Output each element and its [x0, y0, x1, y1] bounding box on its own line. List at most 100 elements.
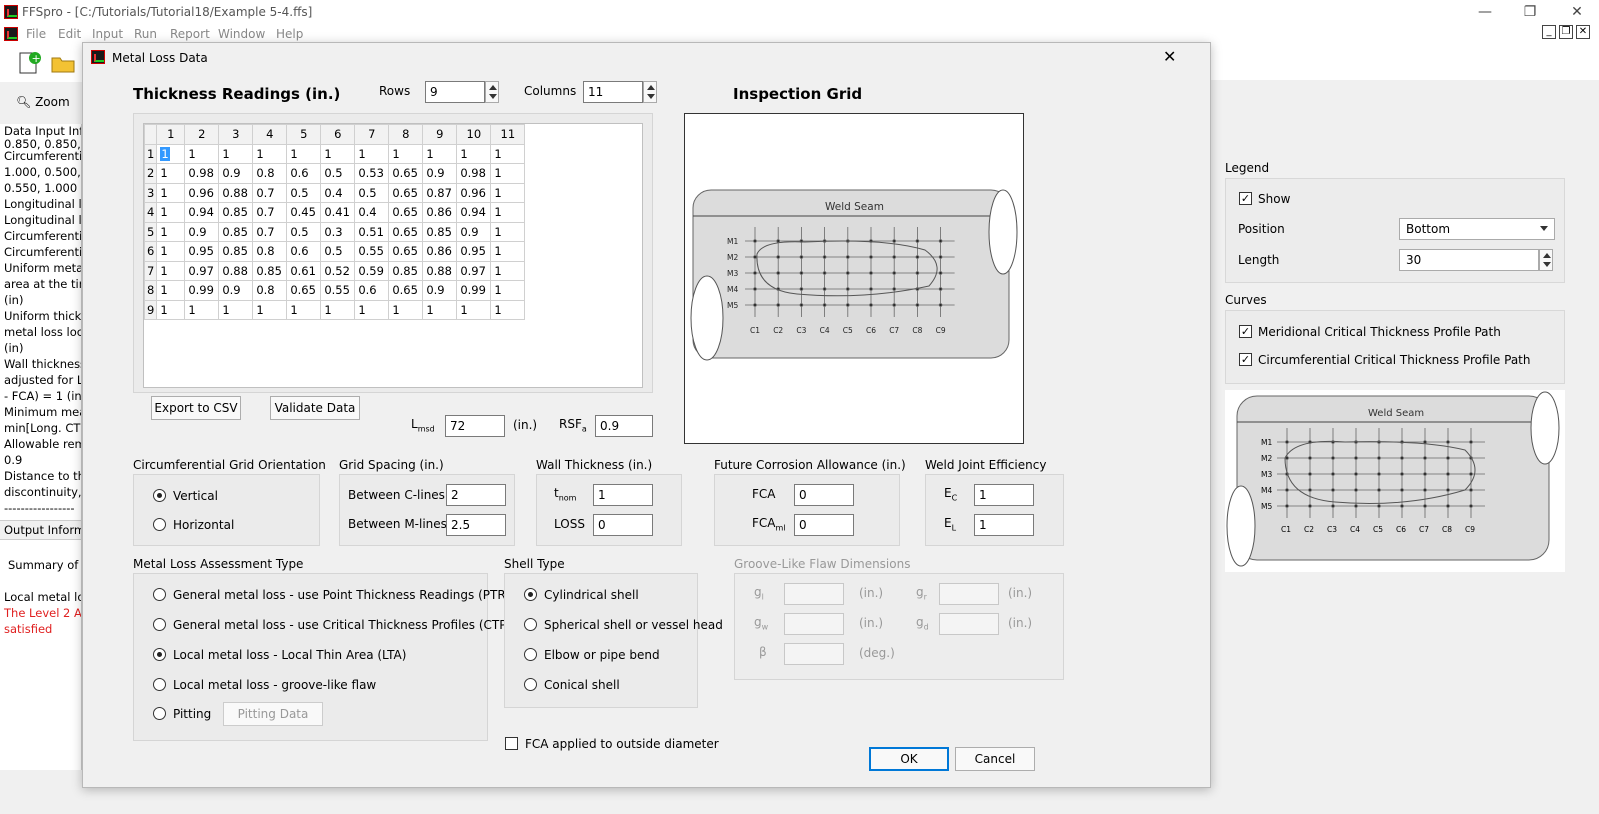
- table-cell[interactable]: 1: [286, 299, 322, 320]
- cylindrical-radio[interactable]: [524, 588, 537, 601]
- table-cell[interactable]: 1: [490, 202, 526, 223]
- table-cell[interactable]: 0.51: [354, 221, 390, 242]
- table-cell[interactable]: 0.85: [388, 260, 424, 281]
- table-cell[interactable]: 0.98: [456, 163, 492, 184]
- table-cell[interactable]: 1: [456, 299, 492, 320]
- table-cell[interactable]: 1: [354, 143, 390, 164]
- maximize-icon[interactable]: ❐: [1515, 2, 1545, 22]
- new-file-icon[interactable]: +: [16, 50, 42, 76]
- length-input[interactable]: 30: [1399, 249, 1539, 271]
- table-cell[interactable]: 1: [388, 299, 424, 320]
- columns-input[interactable]: 11: [583, 81, 643, 103]
- table-cell[interactable]: 1: [456, 143, 492, 164]
- table-cell[interactable]: 0.55: [320, 280, 356, 301]
- length-spinner[interactable]: [1539, 249, 1553, 271]
- table-cell[interactable]: 0.7: [252, 182, 288, 203]
- ec-input[interactable]: 1: [974, 484, 1034, 506]
- menu-edit[interactable]: Edit: [58, 27, 81, 41]
- pitting-data-button[interactable]: Pitting Data: [223, 702, 323, 726]
- table-cell[interactable]: 1: [422, 143, 458, 164]
- table-cell[interactable]: 0.9: [218, 163, 254, 184]
- horizontal-radio[interactable]: [153, 518, 166, 531]
- table-cell[interactable]: 0.96: [184, 182, 220, 203]
- pitting-radio[interactable]: [153, 707, 166, 720]
- meridional-checkbox[interactable]: ✓: [1239, 325, 1252, 338]
- column-header[interactable]: 3: [218, 124, 254, 145]
- table-cell[interactable]: 0.7: [252, 221, 288, 242]
- table-cell[interactable]: 0.96: [456, 182, 492, 203]
- table-cell[interactable]: 1: [286, 143, 322, 164]
- table-cell[interactable]: 1: [320, 143, 356, 164]
- table-cell[interactable]: 1: [252, 143, 288, 164]
- table-cell[interactable]: 0.3: [320, 221, 356, 242]
- columns-spinner[interactable]: [643, 81, 657, 103]
- column-header[interactable]: 7: [354, 124, 390, 145]
- table-cell[interactable]: 0.7: [252, 202, 288, 223]
- table-cell[interactable]: 0.5: [354, 182, 390, 203]
- row-header[interactable]: 1: [144, 143, 158, 164]
- table-cell[interactable]: 0.65: [388, 280, 424, 301]
- lmsd-input[interactable]: 72: [445, 415, 505, 437]
- table-cell[interactable]: 0.88: [218, 260, 254, 281]
- table-cell[interactable]: 0.99: [184, 280, 220, 301]
- m-lines-input[interactable]: 2.5: [446, 514, 506, 536]
- table-cell[interactable]: 0.8: [252, 241, 288, 262]
- fca-input[interactable]: 0: [794, 484, 854, 506]
- table-cell[interactable]: 1: [218, 143, 254, 164]
- table-cell[interactable]: 0.8: [252, 280, 288, 301]
- menu-file[interactable]: File: [26, 27, 46, 41]
- table-cell[interactable]: 0.86: [422, 241, 458, 262]
- row-header[interactable]: 8: [144, 280, 158, 301]
- table-cell[interactable]: 0.4: [354, 202, 390, 223]
- table-cell[interactable]: 1: [490, 280, 526, 301]
- thickness-table[interactable]: 1 2 3 4 5 6 7 8 9 10 11 1 1 1 1 1 1 1 1 1 1 1 1 2 1 0.98 0.9 0.8 0.6…: [143, 123, 643, 388]
- row-header[interactable]: 4: [144, 202, 158, 223]
- table-cell[interactable]: 0.65: [388, 182, 424, 203]
- gd-input[interactable]: [939, 613, 999, 635]
- beta-input[interactable]: [784, 643, 844, 665]
- table-cell[interactable]: 0.6: [354, 280, 390, 301]
- table-cell[interactable]: 0.95: [184, 241, 220, 262]
- table-cell[interactable]: 0.6: [286, 241, 322, 262]
- table-cell[interactable]: 1: [156, 280, 186, 301]
- table-cell[interactable]: 0.55: [354, 241, 390, 262]
- cancel-button[interactable]: Cancel: [955, 747, 1035, 771]
- open-folder-icon[interactable]: [50, 50, 76, 76]
- spherical-radio[interactable]: [524, 618, 537, 631]
- table-cell[interactable]: 1: [218, 299, 254, 320]
- table-cell[interactable]: 0.94: [456, 202, 492, 223]
- table-cell[interactable]: 0.4: [320, 182, 356, 203]
- table-cell[interactable]: 0.85: [218, 202, 254, 223]
- table-cell[interactable]: 0.9: [184, 221, 220, 242]
- table-cell[interactable]: 1: [490, 221, 526, 242]
- zoom-control[interactable]: 🔍︎ Zoom: [16, 95, 70, 109]
- ok-button[interactable]: OK: [869, 747, 949, 771]
- conical-radio[interactable]: [524, 678, 537, 691]
- c-lines-input[interactable]: 2: [446, 484, 506, 506]
- mdi-close-icon[interactable]: ✕: [1576, 25, 1590, 39]
- mdi-restore-icon[interactable]: ❐: [1559, 25, 1573, 39]
- menu-report[interactable]: Report: [170, 27, 210, 41]
- position-select[interactable]: Bottom: [1399, 218, 1555, 240]
- column-header[interactable]: 2: [184, 124, 220, 145]
- table-cell[interactable]: 1: [156, 260, 186, 281]
- table-cell[interactable]: 0.88: [218, 182, 254, 203]
- table-cell[interactable]: 0.85: [422, 221, 458, 242]
- table-cell[interactable]: 0.9: [456, 221, 492, 242]
- table-cell[interactable]: 0.99: [456, 280, 492, 301]
- table-cell[interactable]: 0.8: [252, 163, 288, 184]
- table-cell[interactable]: 0.52: [320, 260, 356, 281]
- table-cell[interactable]: 0.94: [184, 202, 220, 223]
- loss-input[interactable]: 0: [593, 514, 653, 536]
- table-cell[interactable]: 0.86: [422, 202, 458, 223]
- menu-help[interactable]: Help: [276, 27, 303, 41]
- row-header[interactable]: 5: [144, 221, 158, 242]
- table-cell[interactable]: 1: [320, 299, 356, 320]
- lta-radio[interactable]: [153, 648, 166, 661]
- groove-radio[interactable]: [153, 678, 166, 691]
- table-cell[interactable]: 1: [156, 163, 186, 184]
- show-legend-checkbox[interactable]: ✓: [1239, 192, 1252, 205]
- table-cell[interactable]: 1: [156, 299, 186, 320]
- table-cell[interactable]: 1: [156, 202, 186, 223]
- table-cell[interactable]: 0.85: [218, 221, 254, 242]
